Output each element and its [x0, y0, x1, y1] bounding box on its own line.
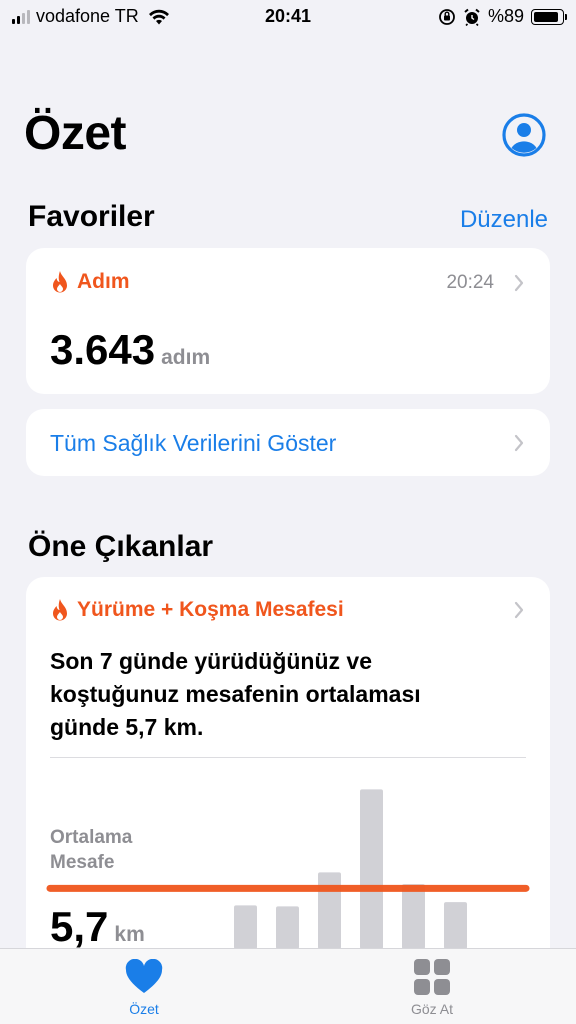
average-label-line1: Ortalama [50, 827, 133, 848]
steps-value: 3.643 adım [50, 326, 210, 374]
tab-browse-label: Göz At [410, 1001, 454, 1017]
alarm-icon [464, 8, 480, 26]
chart-bar [360, 789, 383, 949]
status-bar: vodafone TR 20:41 %89 [0, 0, 576, 34]
chart-bar [402, 884, 425, 949]
edit-favorites-button[interactable]: Düzenle [460, 206, 548, 234]
battery-icon [531, 8, 567, 25]
tab-bar: Özet Göz At [0, 948, 576, 1024]
steps-count: 3.643 [50, 326, 156, 373]
tab-summary[interactable]: Özet [84, 959, 204, 1017]
steps-updated-time: 20:24 [446, 272, 494, 293]
steps-label: Adım [77, 270, 130, 293]
average-label-line2: Mesafe [50, 852, 115, 873]
distance-highlight-card[interactable]: Yürüme + Koşma Mesafesi Son 7 günde yürü… [26, 577, 550, 997]
status-right: %89 [438, 6, 567, 27]
steps-card[interactable]: Adım 20:24 3.643 adım [26, 248, 550, 394]
page-title: Özet [24, 107, 127, 160]
flame-icon [53, 271, 67, 293]
steps-card-header: Adım [50, 270, 130, 294]
chart-bar [444, 902, 467, 949]
highlights-section-title: Öne Çıkanlar [28, 530, 214, 563]
profile-icon[interactable] [502, 113, 546, 157]
show-all-health-data-button[interactable]: Tüm Sağlık Verilerini Göster [26, 409, 550, 476]
average-distance-value: 5,7 km [50, 903, 145, 951]
favorites-section-title: Favoriler [28, 200, 155, 233]
show-all-health-data-label: Tüm Sağlık Verilerini Göster [50, 430, 337, 456]
tab-summary-label: Özet [129, 1001, 159, 1017]
chevron-right-icon [514, 274, 524, 292]
chevron-right-icon [514, 434, 524, 452]
battery-fill [534, 11, 559, 22]
chart-bar [318, 872, 341, 949]
chart-bar [234, 905, 257, 949]
grid-icon [414, 959, 450, 995]
tab-browse[interactable]: Göz At [372, 959, 492, 1017]
average-distance-number: 5,7 [50, 903, 109, 950]
chart-bar [276, 906, 299, 949]
average-distance-unit: km [114, 923, 145, 946]
steps-unit: adım [161, 346, 211, 369]
battery-percent: %89 [487, 6, 524, 26]
orientation-lock-icon [439, 8, 455, 25]
average-distance-label: Ortalama Mesafe [50, 825, 132, 875]
heart-icon [125, 959, 163, 993]
